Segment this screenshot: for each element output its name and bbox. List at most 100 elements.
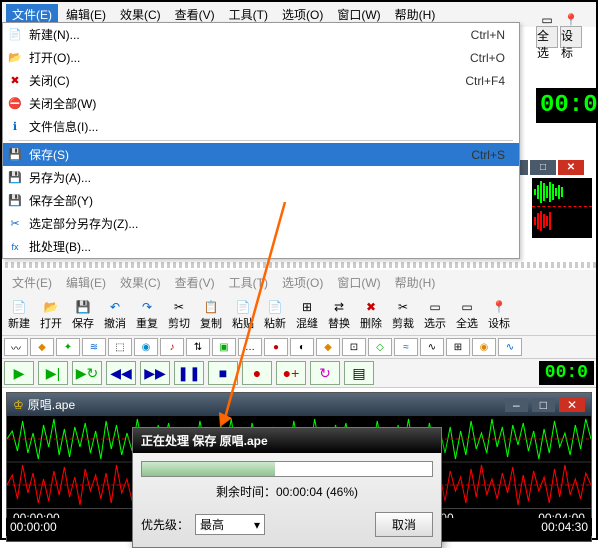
audio-close-button[interactable]: ✕ <box>559 398 585 412</box>
marker-icon: 📍 <box>491 299 507 315</box>
play-loop-button[interactable]: ▶↻ <box>72 361 102 385</box>
sm-btn-9[interactable]: ▣ <box>212 338 236 356</box>
menu-label: 新建(N)... <box>29 26 465 43</box>
menu-item-new[interactable]: 📄 新建(N)... Ctrl+N <box>3 23 519 46</box>
dialog-title[interactable]: 正在处理 保存 原唱.ape <box>133 428 441 453</box>
marker-icon: 📍 <box>564 13 579 27</box>
close-icon: ✖ <box>7 73 23 89</box>
sm-btn-5[interactable]: ⬚ <box>108 338 132 356</box>
priority-select[interactable]: 最高 ▾ <box>195 514 265 535</box>
menu-window[interactable]: 窗口(W) <box>331 272 386 293</box>
menu-label: 保存(S) <box>29 146 465 163</box>
menu-edit[interactable]: 编辑(E) <box>60 272 112 293</box>
tb-paste-new[interactable]: 📄粘新 <box>260 297 290 333</box>
sm-btn-2[interactable]: ◆ <box>30 338 54 356</box>
trim-icon: ✂ <box>395 299 411 315</box>
cut-icon: ✂ <box>171 299 187 315</box>
sm-btn-12[interactable]: ◐ <box>290 338 314 356</box>
menu-tools[interactable]: 工具(T) <box>223 272 274 293</box>
close-button[interactable]: ✕ <box>558 160 584 175</box>
sm-btn-18[interactable]: ⊞ <box>446 338 470 356</box>
audio-titlebar[interactable]: ♔ 原唱.ape – □ ✕ <box>7 393 591 416</box>
menu-help[interactable]: 帮助(H) <box>389 272 442 293</box>
loop-button[interactable]: ↻ <box>310 361 340 385</box>
menu-label: 打开(O)... <box>29 49 464 66</box>
record-button[interactable]: ● <box>242 361 272 385</box>
tb-label: 新建 <box>8 315 30 331</box>
menu-item-close[interactable]: ✖ 关闭(C) Ctrl+F4 <box>3 69 519 92</box>
menu-item-save-as[interactable]: 💾 另存为(A)... <box>3 166 519 189</box>
sm-btn-14[interactable]: ⊡ <box>342 338 366 356</box>
menu-item-save-all[interactable]: 💾 保存全部(Y) <box>3 189 519 212</box>
cancel-button[interactable]: 取消 <box>375 512 433 537</box>
tb-mix[interactable]: ⊞混缝 <box>292 297 322 333</box>
sm-btn-13[interactable]: ◆ <box>316 338 340 356</box>
btn-label: 全选 <box>537 27 557 61</box>
tb-replace[interactable]: ⇄替换 <box>324 297 354 333</box>
set-marker-button[interactable]: 📍设标 <box>560 26 582 48</box>
sm-btn-15[interactable]: ◇ <box>368 338 392 356</box>
menu-item-save-selection[interactable]: ✂ 选定部分另存为(Z)... <box>3 212 519 235</box>
tb-paste[interactable]: 📄粘贴 <box>228 297 258 333</box>
tb-label: 替换 <box>328 315 350 331</box>
menu-item-file-info[interactable]: ℹ 文件信息(I)... <box>3 115 519 138</box>
sm-btn-7[interactable]: ♪ <box>160 338 184 356</box>
tb-save[interactable]: 💾保存 <box>68 297 98 333</box>
audio-minimize-button[interactable]: – <box>505 398 528 412</box>
bottom-menubar: 文件(E) 编辑(E) 效果(C) 查看(V) 工具(T) 选项(O) 窗口(W… <box>2 270 596 295</box>
progress-text: 剩余时间：00:00:04 (46%) <box>141 483 433 500</box>
tb-set-marker[interactable]: 📍设标 <box>484 297 514 333</box>
remaining-value: 00:00:04 (46%) <box>276 485 358 499</box>
menu-item-open[interactable]: 📂 打开(O)... Ctrl+O <box>3 46 519 69</box>
new-icon: 📄 <box>11 299 27 315</box>
menu-effects[interactable]: 效果(C) <box>114 272 167 293</box>
sm-btn-6[interactable]: ◉ <box>134 338 158 356</box>
sm-btn-3[interactable]: ✦ <box>56 338 80 356</box>
stop-button[interactable]: ■ <box>208 361 238 385</box>
tb-cut[interactable]: ✂剪切 <box>164 297 194 333</box>
menu-item-save[interactable]: 💾 保存(S) Ctrl+S <box>3 143 519 166</box>
menu-options[interactable]: 选项(O) <box>276 272 329 293</box>
tb-redo[interactable]: ↷重复 <box>132 297 162 333</box>
sm-btn-20[interactable]: ∿ <box>498 338 522 356</box>
tb-copy[interactable]: 📋复制 <box>196 297 226 333</box>
tb-trim[interactable]: ✂剪裁 <box>388 297 418 333</box>
secondary-toolbar: 〰 ◆ ✦ ≋ ⬚ ◉ ♪ ⇅ ▣ … ● ◐ ◆ ⊡ ◇ ≈ ∿ ⊞ ◉ ∿ <box>2 336 596 359</box>
main-toolbar: 📄新建 📂打开 💾保存 ↶撤消 ↷重复 ✂剪切 📋复制 📄粘贴 📄粘新 ⊞混缝 … <box>2 295 596 336</box>
sm-btn-11[interactable]: ● <box>264 338 288 356</box>
tb-open[interactable]: 📂打开 <box>36 297 66 333</box>
tb-delete[interactable]: ✖删除 <box>356 297 386 333</box>
sm-btn-8[interactable]: ⇅ <box>186 338 210 356</box>
menu-item-batch[interactable]: fx 批处理(B)... <box>3 235 519 258</box>
tb-select[interactable]: ▭选示 <box>420 297 450 333</box>
sm-btn-19[interactable]: ◉ <box>472 338 496 356</box>
pause-button[interactable]: ❚❚ <box>174 361 204 385</box>
menu-label: 保存全部(Y) <box>29 192 515 209</box>
record-append-button[interactable]: ●+ <box>276 361 306 385</box>
meter-button[interactable]: ▤ <box>344 361 374 385</box>
menu-item-close-all[interactable]: ⛔ 关闭全部(W) <box>3 92 519 115</box>
tb-select-all[interactable]: ▭全选 <box>452 297 482 333</box>
sm-btn-4[interactable]: ≋ <box>82 338 106 356</box>
audio-maximize-button[interactable]: □ <box>532 398 555 412</box>
sm-btn-1[interactable]: 〰 <box>4 338 28 356</box>
select-all-button[interactable]: ▭全选 <box>536 26 558 48</box>
mix-icon: ⊞ <box>299 299 315 315</box>
tb-new[interactable]: 📄新建 <box>4 297 34 333</box>
remaining-label: 剩余时间： <box>216 485 276 499</box>
sm-btn-16[interactable]: ≈ <box>394 338 418 356</box>
priority-value: 最高 <box>200 516 224 533</box>
progress-dialog: 正在处理 保存 原唱.ape 剩余时间：00:00:04 (46%) 优先级： … <box>132 427 442 548</box>
rewind-button[interactable]: ◀◀ <box>106 361 136 385</box>
play-section-button[interactable]: ▶| <box>38 361 68 385</box>
forward-button[interactable]: ▶▶ <box>140 361 170 385</box>
tb-undo[interactable]: ↶撤消 <box>100 297 130 333</box>
file-dropdown: 📄 新建(N)... Ctrl+N 📂 打开(O)... Ctrl+O ✖ 关闭… <box>2 22 520 259</box>
menu-file[interactable]: 文件(E) <box>6 272 58 293</box>
sm-btn-17[interactable]: ∿ <box>420 338 444 356</box>
maximize-button[interactable]: □ <box>530 160 556 175</box>
menu-view[interactable]: 查看(V) <box>169 272 221 293</box>
selectall-icon: ▭ <box>459 299 475 315</box>
play-button[interactable]: ▶ <box>4 361 34 385</box>
sm-btn-10[interactable]: … <box>238 338 262 356</box>
